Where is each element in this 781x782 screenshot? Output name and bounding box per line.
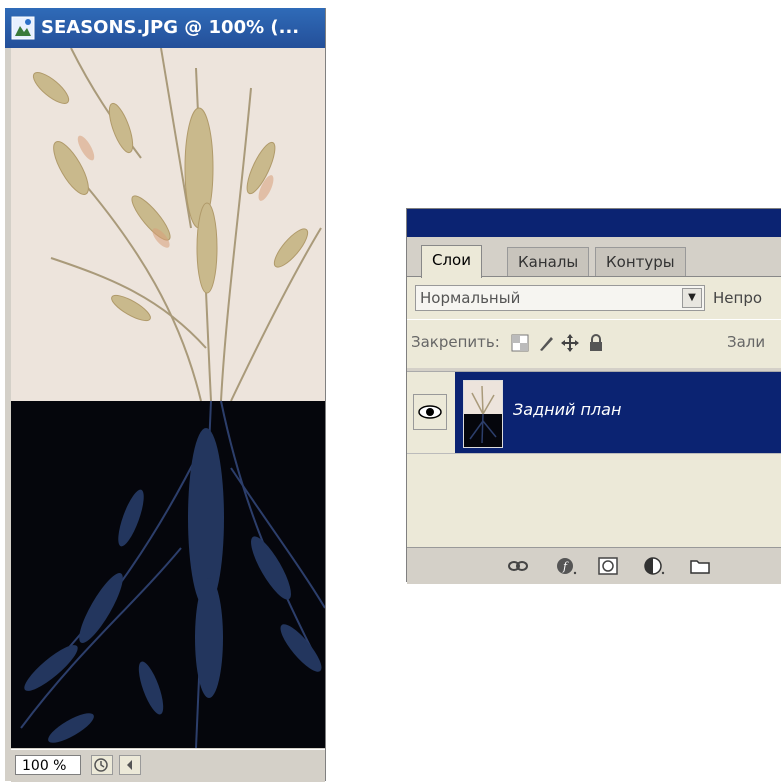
folder-icon[interactable] <box>689 556 711 576</box>
tab-channels[interactable]: Каналы <box>507 247 590 276</box>
arrow-left-icon <box>127 760 132 770</box>
opacity-label: Непро <box>713 289 763 307</box>
lock-image-brush-icon[interactable] <box>537 334 555 352</box>
blend-mode-select[interactable]: Нормальный ▼ <box>415 285 705 311</box>
tab-layers[interactable]: Слои <box>421 245 482 278</box>
link-icon[interactable] <box>507 556 529 576</box>
blend-mode-row: Нормальный ▼ Непро <box>407 277 781 319</box>
document-window: SEASONS.JPG @ 100% (... 100 % <box>5 8 326 782</box>
layer-row[interactable]: Задний план <box>407 371 781 454</box>
layers-panel-tabs: Слои Каналы Контуры <box>407 237 781 278</box>
layer-visibility-toggle[interactable] <box>413 394 447 430</box>
layer-selection[interactable]: Задний план <box>455 372 781 454</box>
layer-style-icon[interactable]: f <box>555 556 577 576</box>
tab-paths[interactable]: Контуры <box>595 247 686 276</box>
adjustment-layer-icon[interactable] <box>643 556 665 576</box>
layers-list-empty-area <box>407 453 781 548</box>
document-title: SEASONS.JPG @ 100% (... <box>41 17 300 38</box>
lock-position-move-icon[interactable] <box>561 334 579 352</box>
lock-row: Закрепить: Зали <box>407 319 781 368</box>
seasons-image <box>11 48 325 748</box>
photoshop-document-icon <box>11 16 35 40</box>
fill-label: Зали <box>727 333 766 351</box>
scroll-left-button[interactable] <box>119 755 141 775</box>
lock-all-padlock-icon[interactable] <box>587 334 605 352</box>
layer-name: Задний план <box>513 400 622 419</box>
document-status-bar: 100 % <box>11 749 325 782</box>
layers-panel: Слои Каналы Контуры Нормальный ▼ Непро З… <box>406 208 781 584</box>
lock-transparency-icon[interactable] <box>511 334 529 352</box>
blend-mode-value: Нормальный <box>420 289 521 307</box>
layer-thumbnail <box>463 380 503 448</box>
zoom-level-field[interactable]: 100 % <box>15 755 81 775</box>
status-menu-button[interactable] <box>91 755 113 775</box>
eye-icon <box>418 405 442 419</box>
image-canvas[interactable] <box>11 48 325 748</box>
lock-label: Закрепить: <box>411 333 500 351</box>
document-title-bar[interactable]: SEASONS.JPG @ 100% (... <box>5 8 325 48</box>
layer-mask-icon[interactable] <box>597 556 619 576</box>
layers-panel-titlebar[interactable] <box>407 209 781 237</box>
layers-bottom-toolbar: f <box>407 547 781 584</box>
timer-icon <box>94 758 108 772</box>
dropdown-arrow-icon[interactable]: ▼ <box>682 288 702 308</box>
